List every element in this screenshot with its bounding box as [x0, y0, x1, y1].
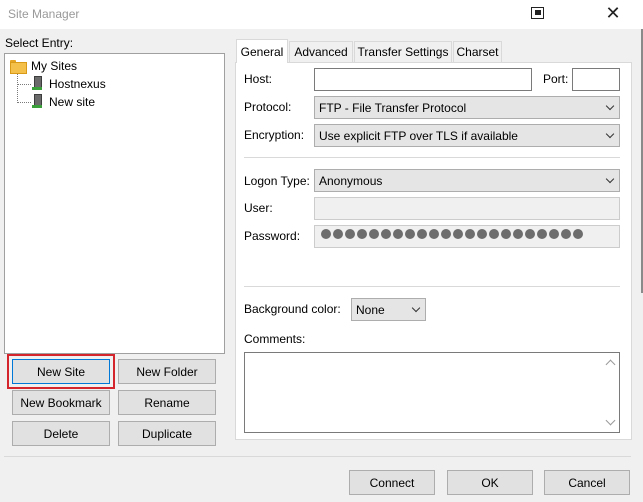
password-mask-dot [369, 229, 379, 239]
site-tree[interactable]: My Sites Hostnexus New site [4, 53, 225, 354]
password-mask-dot [441, 229, 451, 239]
password-mask-dot [321, 229, 331, 239]
password-mask-dot [525, 229, 535, 239]
comments-scrollbar[interactable] [602, 353, 619, 432]
chevron-down-icon [411, 305, 421, 315]
logon-type-label: Logon Type: [244, 174, 310, 188]
host-label: Host: [244, 72, 273, 86]
logon-type-value: Anonymous [319, 173, 383, 188]
new-bookmark-button[interactable]: New Bookmark [12, 390, 110, 415]
site-icon [32, 94, 42, 109]
site-icon [32, 76, 42, 91]
port-input[interactable] [572, 68, 620, 91]
password-mask-dot [513, 229, 523, 239]
select-entry-label: Select Entry: [5, 36, 74, 50]
password-mask-dot [561, 229, 571, 239]
password-mask-dot [417, 229, 427, 239]
password-mask-dot [489, 229, 499, 239]
password-mask-dot [501, 229, 511, 239]
rename-button[interactable]: Rename [118, 390, 216, 415]
tab-advanced[interactable]: Advanced [289, 41, 353, 62]
close-icon[interactable]: ✕ [603, 3, 623, 23]
password-mask-dot [573, 229, 583, 239]
protocol-select[interactable]: FTP - File Transfer Protocol [314, 96, 620, 119]
password-input[interactable] [314, 225, 620, 248]
password-mask-dot [453, 229, 463, 239]
tab-general[interactable]: General [236, 39, 288, 63]
logon-type-select[interactable]: Anonymous [314, 169, 620, 192]
restore-icon[interactable] [531, 7, 544, 19]
footer-divider [4, 456, 631, 457]
new-folder-button[interactable]: New Folder [118, 359, 216, 384]
password-mask-dot [465, 229, 475, 239]
comments-textarea[interactable] [244, 352, 620, 433]
password-mask-dot [405, 229, 415, 239]
password-mask-dot [381, 229, 391, 239]
tree-item-label: My Sites [31, 59, 78, 73]
host-input[interactable] [314, 68, 532, 91]
protocol-label: Protocol: [244, 100, 292, 114]
tab-transfer-settings[interactable]: Transfer Settings [354, 41, 452, 62]
comments-label: Comments: [244, 332, 306, 346]
protocol-value: FTP - File Transfer Protocol [319, 100, 467, 115]
chevron-down-icon [605, 176, 615, 186]
folder-icon [10, 60, 27, 74]
password-mask-dot [549, 229, 559, 239]
title-bar: Site Manager ✕ [0, 0, 643, 29]
connect-button[interactable]: Connect [349, 470, 435, 495]
password-mask-dot [429, 229, 439, 239]
background-color-select[interactable]: None [351, 298, 426, 321]
chevron-down-icon [605, 103, 615, 113]
user-label: User: [244, 201, 273, 215]
password-mask-dot [537, 229, 547, 239]
password-mask-dot [393, 229, 403, 239]
encryption-label: Encryption: [244, 128, 305, 142]
user-input[interactable] [314, 197, 620, 220]
divider [244, 286, 620, 287]
divider [244, 157, 620, 158]
ok-button[interactable]: OK [447, 470, 533, 495]
password-mask-dot [357, 229, 367, 239]
password-mask-dot [333, 229, 343, 239]
tree-item-label: Hostnexus [49, 77, 106, 91]
delete-button[interactable]: Delete [12, 421, 110, 446]
port-label: Port: [543, 72, 569, 86]
tab-charset[interactable]: Charset [453, 41, 502, 62]
duplicate-button[interactable]: Duplicate [118, 421, 216, 446]
background-color-value: None [356, 302, 385, 317]
scroll-down-icon[interactable] [605, 415, 616, 426]
new-site-button[interactable]: New Site [7, 354, 115, 389]
cancel-button[interactable]: Cancel [544, 470, 630, 495]
password-label: Password: [244, 229, 301, 243]
window-title: Site Manager [8, 7, 80, 21]
encryption-select[interactable]: Use explicit FTP over TLS if available [314, 124, 620, 147]
password-mask-dot [345, 229, 355, 239]
encryption-value: Use explicit FTP over TLS if available [319, 128, 518, 143]
password-mask-dot [477, 229, 487, 239]
scroll-up-icon[interactable] [605, 359, 616, 370]
tree-item-label: New site [49, 95, 96, 109]
password-mask [321, 229, 583, 239]
background-color-label: Background color: [244, 302, 341, 316]
chevron-down-icon [605, 131, 615, 141]
